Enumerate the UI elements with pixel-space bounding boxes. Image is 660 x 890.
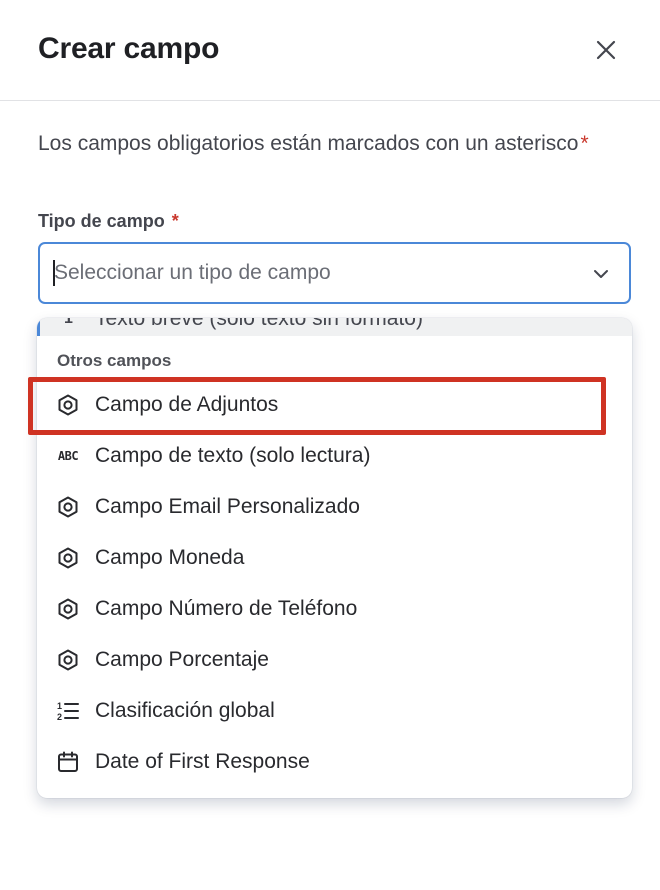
hexagon-icon — [56, 648, 80, 672]
dropdown-option-date-first-response[interactable]: Date of First Response — [37, 737, 632, 788]
calendar-icon — [56, 750, 80, 774]
field-type-label: Tipo de campo * — [38, 209, 179, 233]
field-type-placeholder: Seleccionar un tipo de campo — [54, 261, 331, 284]
ranked-list-icon: 1 2 — [56, 699, 80, 723]
dropdown-option-label: Campo de Adjuntos — [95, 393, 279, 416]
dropdown-option-label: Campo Moneda — [95, 546, 245, 569]
dropdown-option-label: Texto breve (solo texto sin formato) — [95, 318, 423, 330]
svg-text:2: 2 — [57, 712, 62, 722]
dropdown-option-readonly-text[interactable]: ABC Campo de texto (solo lectura) — [37, 431, 632, 482]
dropdown-option-label: Campo Porcentaje — [95, 648, 269, 671]
dropdown-option-currency[interactable]: Campo Moneda — [37, 533, 632, 584]
dropdown-option-phone-number[interactable]: Campo Número de Teléfono — [37, 584, 632, 635]
required-asterisk: * — [171, 211, 179, 231]
dropdown-option-label: Campo Email Personalizado — [95, 495, 360, 518]
required-fields-note: Los campos obligatorios están marcados c… — [38, 128, 598, 160]
dropdown-option-partial[interactable]: 1 Texto breve (solo texto sin formato) — [37, 318, 632, 336]
dialog-title: Crear campo — [38, 32, 220, 65]
close-icon — [596, 40, 616, 60]
dropdown-option-global-ranking[interactable]: 1 2 Clasificación global — [37, 686, 632, 737]
svg-text:1: 1 — [57, 701, 62, 711]
dropdown-option-label: Date of First Response — [95, 750, 310, 773]
intro-text: Los campos obligatorios están marcados c… — [38, 132, 579, 155]
abc-icon: ABC — [57, 449, 79, 463]
selection-indicator — [37, 318, 40, 336]
hexagon-icon — [56, 597, 80, 621]
dropdown-option-label: Campo Número de Teléfono — [95, 597, 358, 620]
dropdown-option-custom-email[interactable]: Campo Email Personalizado — [37, 482, 632, 533]
field-type-label-text: Tipo de campo — [38, 211, 165, 231]
short-text-icon: 1 — [64, 318, 73, 327]
dialog-header: Crear campo — [0, 0, 660, 101]
chevron-down-icon — [594, 270, 608, 278]
field-type-select[interactable]: Seleccionar un tipo de campo — [38, 242, 631, 304]
hexagon-icon — [56, 393, 80, 417]
close-button[interactable] — [590, 34, 622, 66]
dropdown-option-label: Campo de texto (solo lectura) — [95, 444, 371, 467]
dropdown-group-heading: Otros campos — [57, 351, 172, 370]
dropdown-option-attachments[interactable]: Campo de Adjuntos — [37, 380, 632, 431]
hexagon-icon — [56, 546, 80, 570]
dropdown-option-label: Clasificación global — [95, 699, 275, 722]
hexagon-icon — [56, 495, 80, 519]
required-asterisk: * — [580, 132, 589, 155]
dropdown-option-percentage[interactable]: Campo Porcentaje — [37, 635, 632, 686]
field-type-dropdown-menu: 1 Texto breve (solo texto sin formato) O… — [37, 318, 632, 798]
